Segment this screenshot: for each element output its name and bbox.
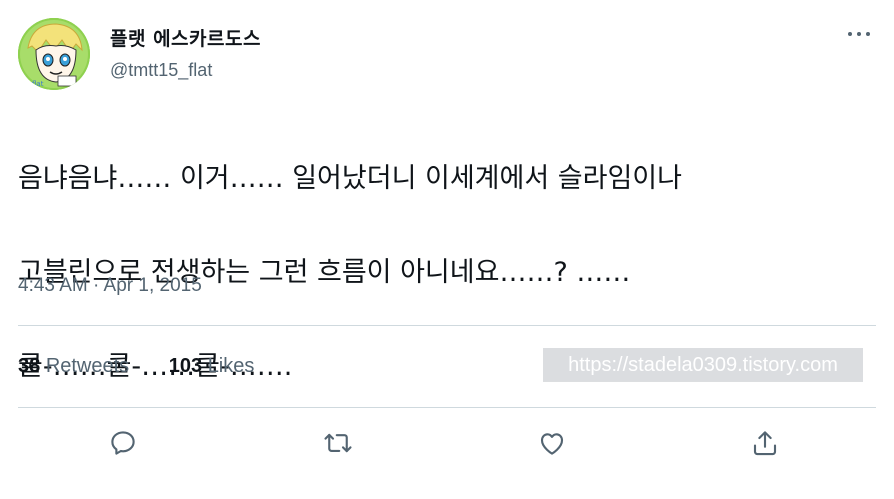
reply-button[interactable] [108,428,144,464]
tweet-timestamp[interactable]: 4:43 AM · Apr 1, 2015 [18,275,202,297]
like-icon [540,433,564,455]
retweet-icon [324,433,352,453]
tweet-text-line: 음냐음냐…… 이거…… 일어났더니 이세계에서 슬라임이나 [18,163,682,194]
divider [18,407,876,408]
svg-text:flat: flat [32,80,44,88]
tweet-text: 음냐음냐…… 이거…… 일어났더니 이세계에서 슬라임이나 고블린으로 전생하는… [18,108,878,437]
share-icon [753,431,777,456]
likes-label: Likes [207,355,255,377]
user-handle[interactable]: @tmtt15_flat [110,60,212,81]
like-button[interactable] [537,428,573,464]
likes-count: 103 [168,355,203,377]
retweets-count: 38 [18,355,41,377]
retweets-stat[interactable]: 38 Retweets [18,355,129,378]
engagement-stats: 38 Retweets 103 Likes [18,355,288,378]
avatar-image: flat [18,18,90,90]
more-options-icon[interactable] [846,22,876,46]
avatar[interactable]: flat [18,18,90,90]
likes-stat[interactable]: 103 Likes [169,355,255,378]
reply-icon [111,431,135,455]
watermark: https://stadela0309.tistory.com [543,348,863,382]
retweet-button[interactable] [323,428,359,464]
divider [18,325,876,326]
retweets-label: Retweets [45,355,130,377]
share-button[interactable] [750,428,786,464]
display-name[interactable]: 플랫 에스카르도스 [110,24,261,51]
